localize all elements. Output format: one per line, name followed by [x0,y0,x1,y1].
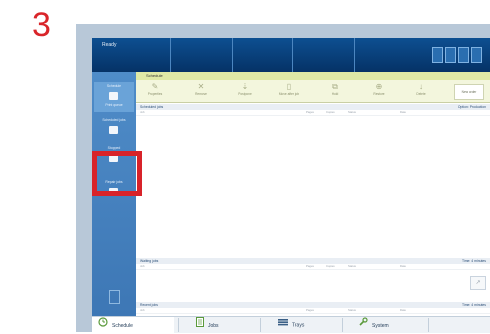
sidebar-item-scheduled-jobs[interactable]: Scheduled jobs [94,116,134,146]
tool-label: Hold [331,92,339,96]
hold-icon: ⧉ [332,82,338,91]
trays-icon [278,317,288,333]
remove-button[interactable]: ✕ Remove [186,82,216,100]
indicator-icon [471,47,482,63]
nav-divider [260,318,261,332]
nav-label: Jobs [208,322,219,329]
document-icon [196,317,204,334]
column-header: Copies [326,264,335,268]
column-header: Job [140,264,145,268]
column-header: Date [400,110,406,114]
new-order-button[interactable]: New order [454,84,484,100]
toolbar: ✎ Properties ✕ Remove ⇣ Postpone ▯ Move afte… [136,80,490,103]
restore-icon: ⊕ [375,82,383,91]
tool-label: Restore [373,92,385,96]
nav-divider [178,318,179,332]
column-header: Pages [306,264,314,268]
delete-icon: ↓ [419,82,423,91]
sidebar-item-label: Schedule [106,84,122,88]
topbar-divider [232,38,233,72]
scroll-arrow-icon[interactable]: ↗ [470,276,486,290]
content-title: Schedule [136,72,490,80]
nav-schedule[interactable]: Schedule [92,317,174,333]
column-header-row: Job Pages Copies Status Date [136,264,490,270]
tool-label: Postpone [238,92,252,96]
column-header: Copies [326,110,335,114]
move-icon: ▯ [286,82,292,91]
nav-label: System [372,322,389,329]
postpone-button[interactable]: ⇣ Postpone [230,82,260,100]
tool-label: Remove [195,92,207,96]
hold-button[interactable]: ⧉ Hold [320,82,350,100]
nav-label: Schedule [112,322,133,329]
tool-label: Properties [147,92,163,96]
printer-icon [109,92,118,100]
sidebar-item-label: Scheduled jobs [102,118,126,122]
status-indicators [430,42,490,66]
indicator-icon [432,47,443,63]
column-header: Pages [306,308,314,312]
tool-label: Delete [416,92,426,96]
move-after-job-button[interactable]: ▯ Move after job [274,82,304,100]
column-header: Job [140,308,145,312]
column-header: Status [348,308,356,312]
restore-button[interactable]: ⊕ Restore [364,82,394,100]
step-number: 3 [32,6,51,44]
sidebar-item-schedule[interactable]: Schedule Print queue [94,82,134,112]
topbar-divider [170,38,171,72]
tool-label: Move after job [278,92,300,96]
delete-button[interactable]: ↓ Delete [406,82,436,100]
nav-label: Trays [292,322,305,329]
column-header: Status [348,110,356,114]
sidebar-item-label: Stopped [107,146,121,150]
properties-button[interactable]: ✎ Properties [140,82,170,100]
bottom-nav: Schedule Jobs Trays System [92,316,490,333]
topbar-divider [292,38,293,72]
column-header: Job [140,110,145,114]
list-icon [109,126,118,134]
column-header: Status [348,264,356,268]
column-header-row: Job Pages Status Date [136,308,490,314]
nav-divider [428,318,429,332]
app-status: Ready [102,42,117,48]
trash-icon[interactable] [109,290,120,304]
wrench-icon [358,317,368,334]
column-header: Date [400,264,406,268]
column-header-row: Job Pages Copies Status Date [136,110,490,116]
topbar-divider [354,38,355,72]
sidebar-item-sub: Print queue [105,103,123,107]
column-header: Pages [306,110,314,114]
top-bar: Ready [92,38,490,72]
close-icon: ✕ [197,82,205,91]
nav-divider [342,318,343,332]
properties-icon: ✎ [151,82,159,91]
postpone-icon: ⇣ [241,82,249,91]
indicator-icon [458,47,469,63]
nav-system[interactable]: System [358,317,389,333]
highlight-box [92,151,142,196]
indicator-icon [445,47,456,63]
nav-trays[interactable]: Trays [278,317,304,333]
clock-icon [98,317,108,334]
main-content: Schedule ✎ Properties ✕ Remove ⇣ Postpone ▯… [136,72,490,316]
nav-jobs[interactable]: Jobs [196,317,219,333]
column-header: Date [400,308,406,312]
